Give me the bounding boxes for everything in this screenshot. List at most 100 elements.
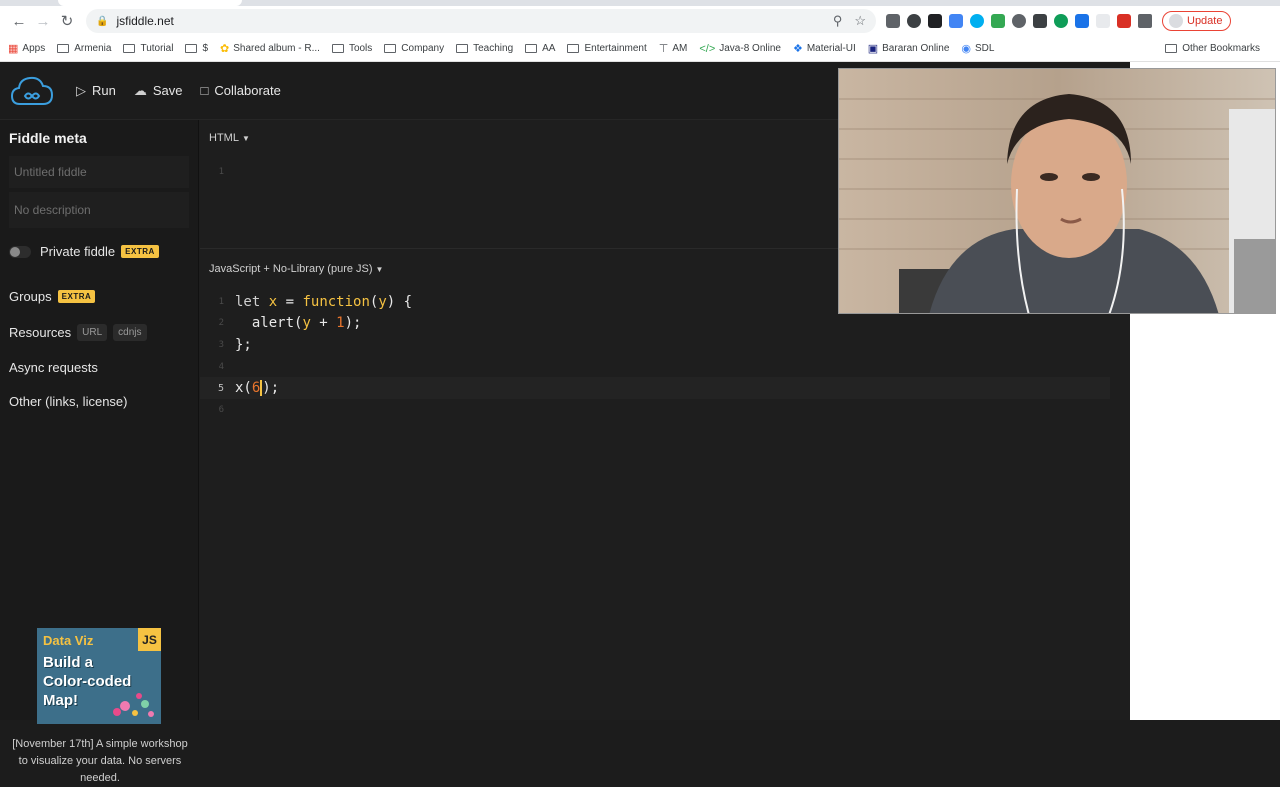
reload-icon[interactable]: ↻ — [56, 10, 78, 32]
save-button[interactable]: ☁ Save — [134, 83, 183, 99]
skype-extension-icon[interactable] — [970, 14, 984, 28]
bookmark-armenia[interactable]: Armenia — [57, 43, 111, 54]
bookmark-label: Teaching — [473, 43, 514, 54]
code-icon: </> — [699, 42, 716, 55]
chat-icon: □ — [200, 83, 209, 98]
bookmark-label: $ — [202, 43, 208, 54]
zoom-icon[interactable]: ⚲ — [833, 13, 843, 29]
circle-extension-icon[interactable] — [1012, 14, 1026, 28]
cloud-extension-icon[interactable] — [907, 14, 921, 28]
fiddle-description-input[interactable]: No description — [9, 192, 189, 228]
am-icon: ⊤ — [658, 43, 669, 55]
sidebar: Fiddle meta Untitled fiddle No descripti… — [0, 120, 199, 784]
groups-label: Groups — [9, 289, 52, 304]
bookmark-company[interactable]: Company — [384, 43, 444, 54]
url-text: jsfiddle.net — [116, 14, 174, 28]
bookmark-teaching[interactable]: Teaching — [456, 43, 513, 54]
bookmark-material-ui[interactable]: ❖ Material-UI — [793, 42, 856, 55]
line-number: 1 — [218, 166, 224, 177]
bookmark-tools[interactable]: Tools — [331, 43, 372, 54]
bookmark-aa[interactable]: AA — [525, 43, 555, 54]
calendar-extension-icon[interactable] — [1075, 14, 1089, 28]
tab-strip — [0, 0, 1280, 6]
sync-extension-icon[interactable] — [991, 14, 1005, 28]
folder-icon — [567, 44, 580, 53]
bookmark-label: Armenia — [74, 43, 112, 54]
bookmark-label: Company — [401, 43, 445, 54]
doc-extension-icon[interactable] — [949, 14, 963, 28]
url-chip[interactable]: URL — [77, 324, 108, 341]
caret-down-icon: ▼ — [241, 134, 250, 143]
async-requests-link[interactable]: Async requests — [0, 360, 198, 375]
jsfiddle-logo-icon[interactable] — [10, 74, 54, 108]
ad-caption[interactable]: [November 17th] A simple workshop to vis… — [10, 736, 190, 787]
material-ui-icon: ❖ — [792, 43, 803, 55]
groups-row[interactable]: Groups EXTRA — [0, 289, 198, 304]
bookmark-label: AM — [672, 43, 688, 54]
js-label-text: JavaScript + No-Library (pure JS) — [209, 263, 373, 275]
fiddle-title-input[interactable]: Untitled fiddle — [9, 156, 189, 188]
active-browser-tab[interactable] — [58, 0, 242, 6]
bookmarks-bar: ▦ Apps Armenia Tutorial $ ✿ Shared album -… — [0, 36, 1280, 62]
save-label: Save — [152, 83, 183, 98]
resources-row[interactable]: Resources URL cdnjs — [0, 324, 198, 341]
play-icon: ▷ — [76, 82, 86, 98]
ad-title: Data Viz — [43, 633, 94, 648]
html-panel-label[interactable]: HTML ▼ — [209, 132, 250, 144]
js-panel-label[interactable]: JavaScript + No-Library (pure JS) ▼ — [209, 263, 383, 275]
run-label: Run — [92, 83, 116, 98]
grid-extension-icon[interactable] — [928, 14, 942, 28]
bookmark-label: SDL — [975, 43, 995, 54]
browser-toolbar: ← → ↻ 🔒 jsfiddle.net ⚲ ☆ Update — [0, 6, 1280, 36]
lock-icon: 🔒 — [96, 15, 109, 27]
back-icon[interactable]: ← — [8, 10, 30, 32]
bookmark-bararan[interactable]: ▣ Bararan Online — [868, 42, 950, 55]
bookmark-label: Entertainment — [584, 43, 647, 54]
code-text: let x = function(y) { — [235, 293, 413, 310]
line-number: 1 — [218, 296, 224, 307]
bookmark-am[interactable]: ⊤ AM — [659, 42, 688, 55]
other-links-link[interactable]: Other (links, license) — [0, 394, 198, 409]
bookmark-dollar[interactable]: $ — [185, 43, 208, 54]
code-line-current: 5 x(6); — [200, 377, 1110, 399]
line-number: 5 — [217, 382, 224, 394]
blank-extension-icon[interactable] — [1096, 14, 1110, 28]
bookmark-shared-album[interactable]: ✿ Shared album - R... — [220, 42, 320, 55]
star-icon[interactable]: ☆ — [854, 13, 866, 29]
puzzle-icon[interactable] — [1138, 14, 1152, 28]
bookmark-apps[interactable]: ▦ Apps — [8, 42, 45, 55]
cdnjs-chip[interactable]: cdnjs — [113, 324, 147, 341]
pen-extension-icon[interactable] — [886, 14, 900, 28]
resources-label: Resources — [9, 325, 72, 340]
bookmark-entertainment[interactable]: Entertainment — [567, 43, 647, 54]
bookmark-label: Other Bookmarks — [1182, 43, 1260, 54]
private-toggle[interactable] — [9, 245, 31, 258]
address-bar[interactable]: 🔒 jsfiddle.net ⚲ ☆ — [86, 9, 876, 33]
ad-js-badge: JS — [138, 628, 161, 651]
extensions — [886, 14, 1152, 28]
bookmark-java8[interactable]: </> Java-8 Online — [699, 43, 781, 55]
forward-icon[interactable]: → — [32, 10, 54, 32]
sdl-icon: ◉ — [961, 43, 972, 55]
line-number: 6 — [218, 404, 224, 415]
map-dots-graphic — [113, 693, 154, 717]
run-button[interactable]: ▷ Run — [76, 83, 116, 99]
green-extension-icon[interactable] — [1054, 14, 1068, 28]
bookmark-tutorial[interactable]: Tutorial — [123, 43, 173, 54]
bookmark-other[interactable]: Other Bookmarks — [1165, 43, 1260, 54]
ad-line: Build a — [43, 654, 94, 671]
collaborate-button[interactable]: □ Collaborate — [201, 83, 281, 98]
folder-icon — [331, 44, 344, 53]
private-label: Private fiddle — [40, 244, 116, 259]
line-number: 4 — [218, 361, 224, 372]
folder-icon — [123, 44, 136, 53]
update-button[interactable]: Update — [1162, 11, 1232, 31]
ad-banner[interactable]: Data Viz JS Build a Color-coded Map! — [37, 628, 161, 724]
hat-extension-icon[interactable] — [1033, 14, 1047, 28]
profile-avatar — [1169, 14, 1183, 28]
red-extension-icon[interactable] — [1117, 14, 1131, 28]
folder-icon — [456, 44, 469, 53]
folder-icon — [1165, 44, 1178, 53]
bookmark-sdl[interactable]: ◉ SDL — [961, 42, 994, 55]
folder-icon — [525, 44, 538, 53]
